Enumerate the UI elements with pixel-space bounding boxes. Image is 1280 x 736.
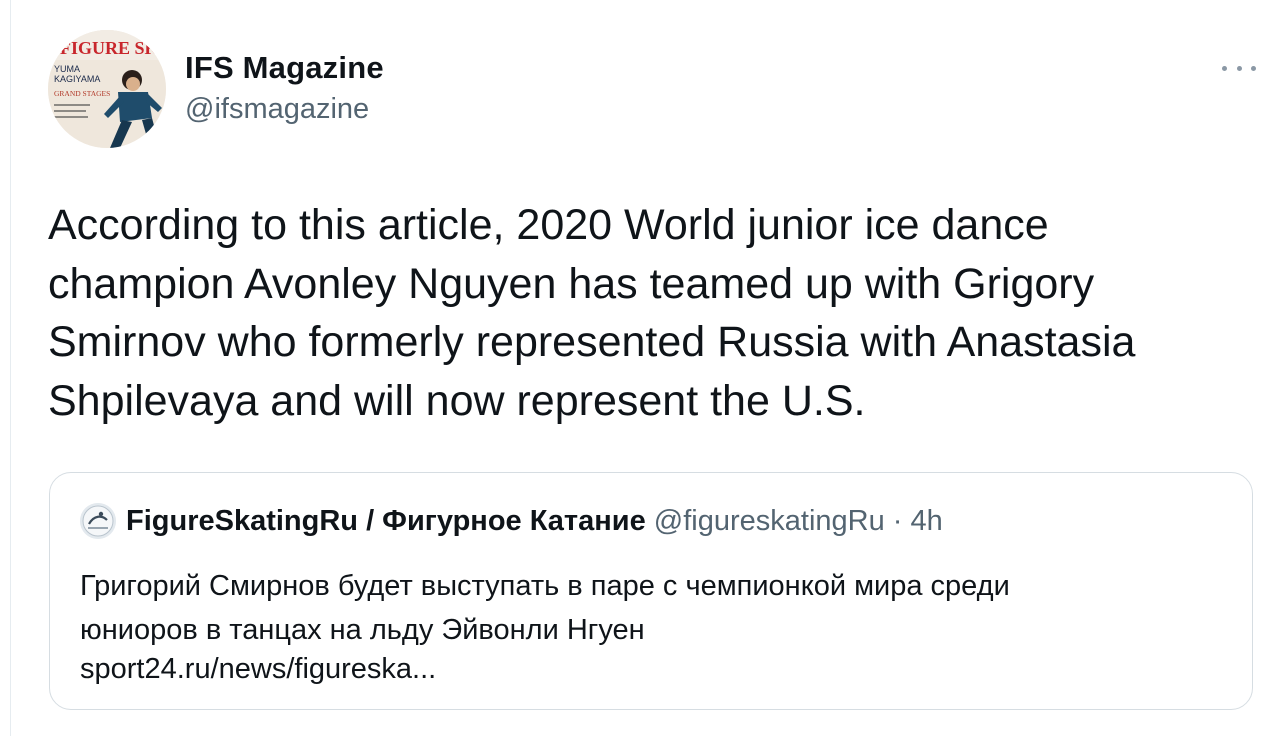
cover-masthead: FIGURE SKATING: [60, 38, 166, 58]
header-separator: ·: [892, 505, 903, 537]
quoted-tweet-card[interactable]: FigureSkatingRu / Фигурное Катание @figu…: [49, 472, 1253, 710]
timeline-divider: [10, 0, 11, 736]
quoted-author-name[interactable]: FigureSkatingRu / Фигурное Катание: [126, 505, 646, 537]
author-handle[interactable]: @ifsmagazine: [185, 93, 369, 126]
quoted-author-handle[interactable]: @figureskatingRu: [654, 505, 885, 537]
quoted-tweet-text: Григорий Смирнов будет выступать в паре …: [80, 570, 1010, 646]
cover-line-3: GRAND STAGES: [54, 89, 110, 98]
more-dot: [1251, 65, 1256, 71]
author-display-name[interactable]: IFS Magazine: [185, 50, 384, 86]
author-avatar[interactable]: FIGURE SKATING YUMA KAGIYAMA GRAND STAGE…: [48, 30, 166, 148]
quoted-tweet-link[interactable]: sport24.ru/news/figureska...: [80, 653, 436, 686]
more-dot: [1222, 65, 1227, 71]
magazine-cover-avatar-icon: FIGURE SKATING YUMA KAGIYAMA GRAND STAGE…: [48, 30, 166, 148]
quoted-author-avatar[interactable]: [80, 503, 116, 539]
skater-logo-avatar-icon: [80, 503, 116, 539]
quoted-tweet-header: FigureSkatingRu / Фигурное Катание @figu…: [126, 505, 943, 538]
more-options-icon[interactable]: [1222, 58, 1256, 78]
tweet-body-text: According to this article, 2020 World ju…: [48, 201, 1136, 425]
more-dot: [1236, 65, 1242, 71]
quoted-tweet-timestamp[interactable]: 4h: [911, 505, 943, 537]
cover-line-1: YUMA: [54, 64, 80, 74]
cover-line-2: KAGIYAMA: [54, 74, 100, 84]
